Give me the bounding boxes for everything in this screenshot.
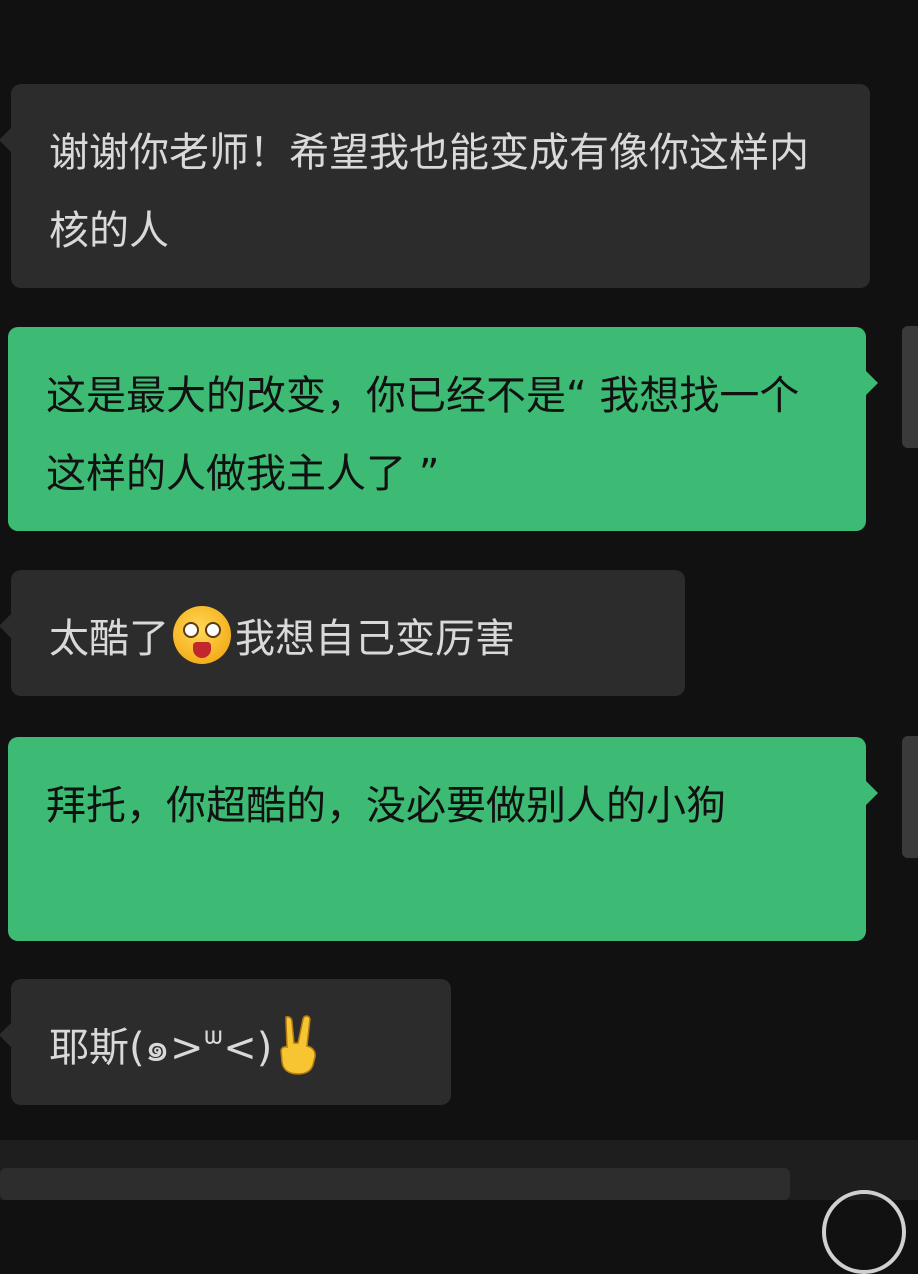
bubble-tail [866,781,878,805]
bubble-tail [0,1023,11,1047]
bubble-tail [866,371,878,395]
message-text: 我想自己变厉害 [235,616,515,662]
message-text: 耶斯(๑>ᐜ<) [49,1025,273,1071]
received-message-bubble[interactable]: 耶斯(๑>ᐜ<) [0,979,451,1105]
sent-message-bubble[interactable]: 拜托，你超酷的，没必要做别人的小狗 [8,737,878,941]
star-struck-emoji-icon [173,606,231,664]
victory-hand-emoji-icon [280,1015,317,1075]
sent-message-bubble[interactable]: 这是最大的改变，你已经不是“ 我想找一个这样的人做我主人了 ” [8,327,878,531]
message-text: 拜托，你超酷的，没必要做别人的小狗 [46,783,726,829]
input-bar [0,1140,918,1274]
self-avatar[interactable] [902,736,918,858]
message-text: 谢谢你老师！希望我也能变成有像你这样内核的人 [49,130,809,254]
bubble-tail [0,128,11,152]
emoji-button[interactable] [822,1190,906,1274]
bubble-tail [0,614,11,638]
message-text: 太酷了 [49,616,169,662]
self-avatar[interactable] [902,326,918,448]
chat-area[interactable]: 谢谢你老师！希望我也能变成有像你这样内核的人 这是最大的改变，你已经不是“ 我想… [0,0,918,1140]
received-message-bubble[interactable]: 谢谢你老师！希望我也能变成有像你这样内核的人 [0,84,870,288]
message-text: 这是最大的改变，你已经不是“ 我想找一个这样的人做我主人了 ” [46,373,800,497]
message-input[interactable] [0,1168,790,1200]
received-message-bubble[interactable]: 太酷了 我想自己变厉害 [0,570,685,696]
